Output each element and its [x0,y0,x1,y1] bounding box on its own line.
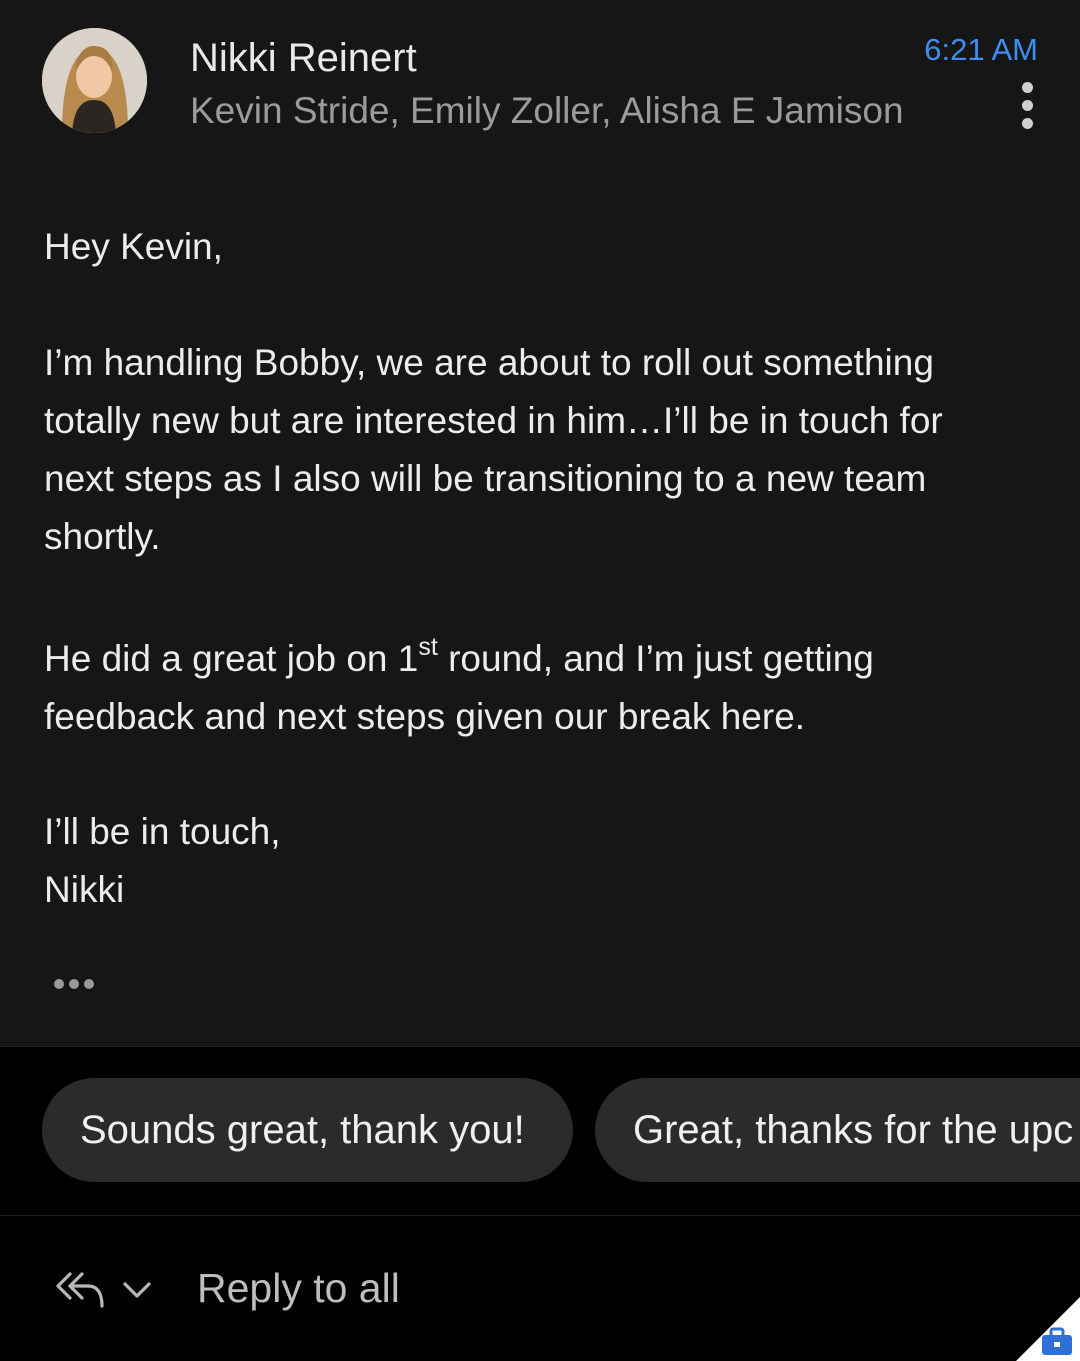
body-line: I’m handling Bobby, we are about to roll… [44,342,934,383]
text-segment: round, and I’m just getting [437,638,874,679]
greeting: Hey Kevin, [44,226,223,267]
closing-line: I’ll be in touch, [44,811,281,852]
signoff: I’ll be in touch, Nikki [44,803,1034,919]
signature: Nikki [44,869,125,910]
chevron-down-icon[interactable] [120,1278,154,1302]
timestamp: 6:21 AM [924,32,1038,67]
body-line: totally new but are interested in him…I’… [44,400,943,441]
smart-reply-chip[interactable]: Sounds great, thank you! [42,1078,573,1182]
message-card: Nikki Reinert Kevin Stride, Emily Zoller… [0,0,1080,1046]
avatar-image [42,28,147,133]
body-paragraph-2: He did a great job on 1st round, and I’m… [44,630,1034,746]
smart-reply-chip[interactable]: Great, thanks for the upc [595,1078,1080,1182]
briefcase-icon[interactable] [1016,1297,1080,1361]
divider [0,1215,1080,1216]
text-segment: He did a great job on 1 [44,638,419,679]
body-line: shortly. [44,516,161,557]
avatar[interactable] [42,28,147,133]
more-vert-icon[interactable] [1016,82,1038,130]
sender-name: Nikki Reinert [190,36,417,80]
body-line: He did a great job on 1st round, and I’m… [44,630,1034,688]
reply-all-button[interactable]: Reply to all [197,1265,400,1312]
body-paragraph-1: I’m handling Bobby, we are about to roll… [44,334,1034,566]
divider [0,1046,1080,1047]
email-screen: Nikki Reinert Kevin Stride, Emily Zoller… [0,0,1080,1361]
ordinal-suffix: st [418,633,438,661]
reply-all-icon[interactable] [54,1268,108,1312]
body-line: next steps as I also will be transitioni… [44,458,927,499]
recipients-list[interactable]: Kevin Stride, Emily Zoller, Alisha E Jam… [190,90,904,132]
body-line: feedback and next steps given our break … [44,696,806,737]
ellipsis-icon[interactable] [46,970,102,998]
